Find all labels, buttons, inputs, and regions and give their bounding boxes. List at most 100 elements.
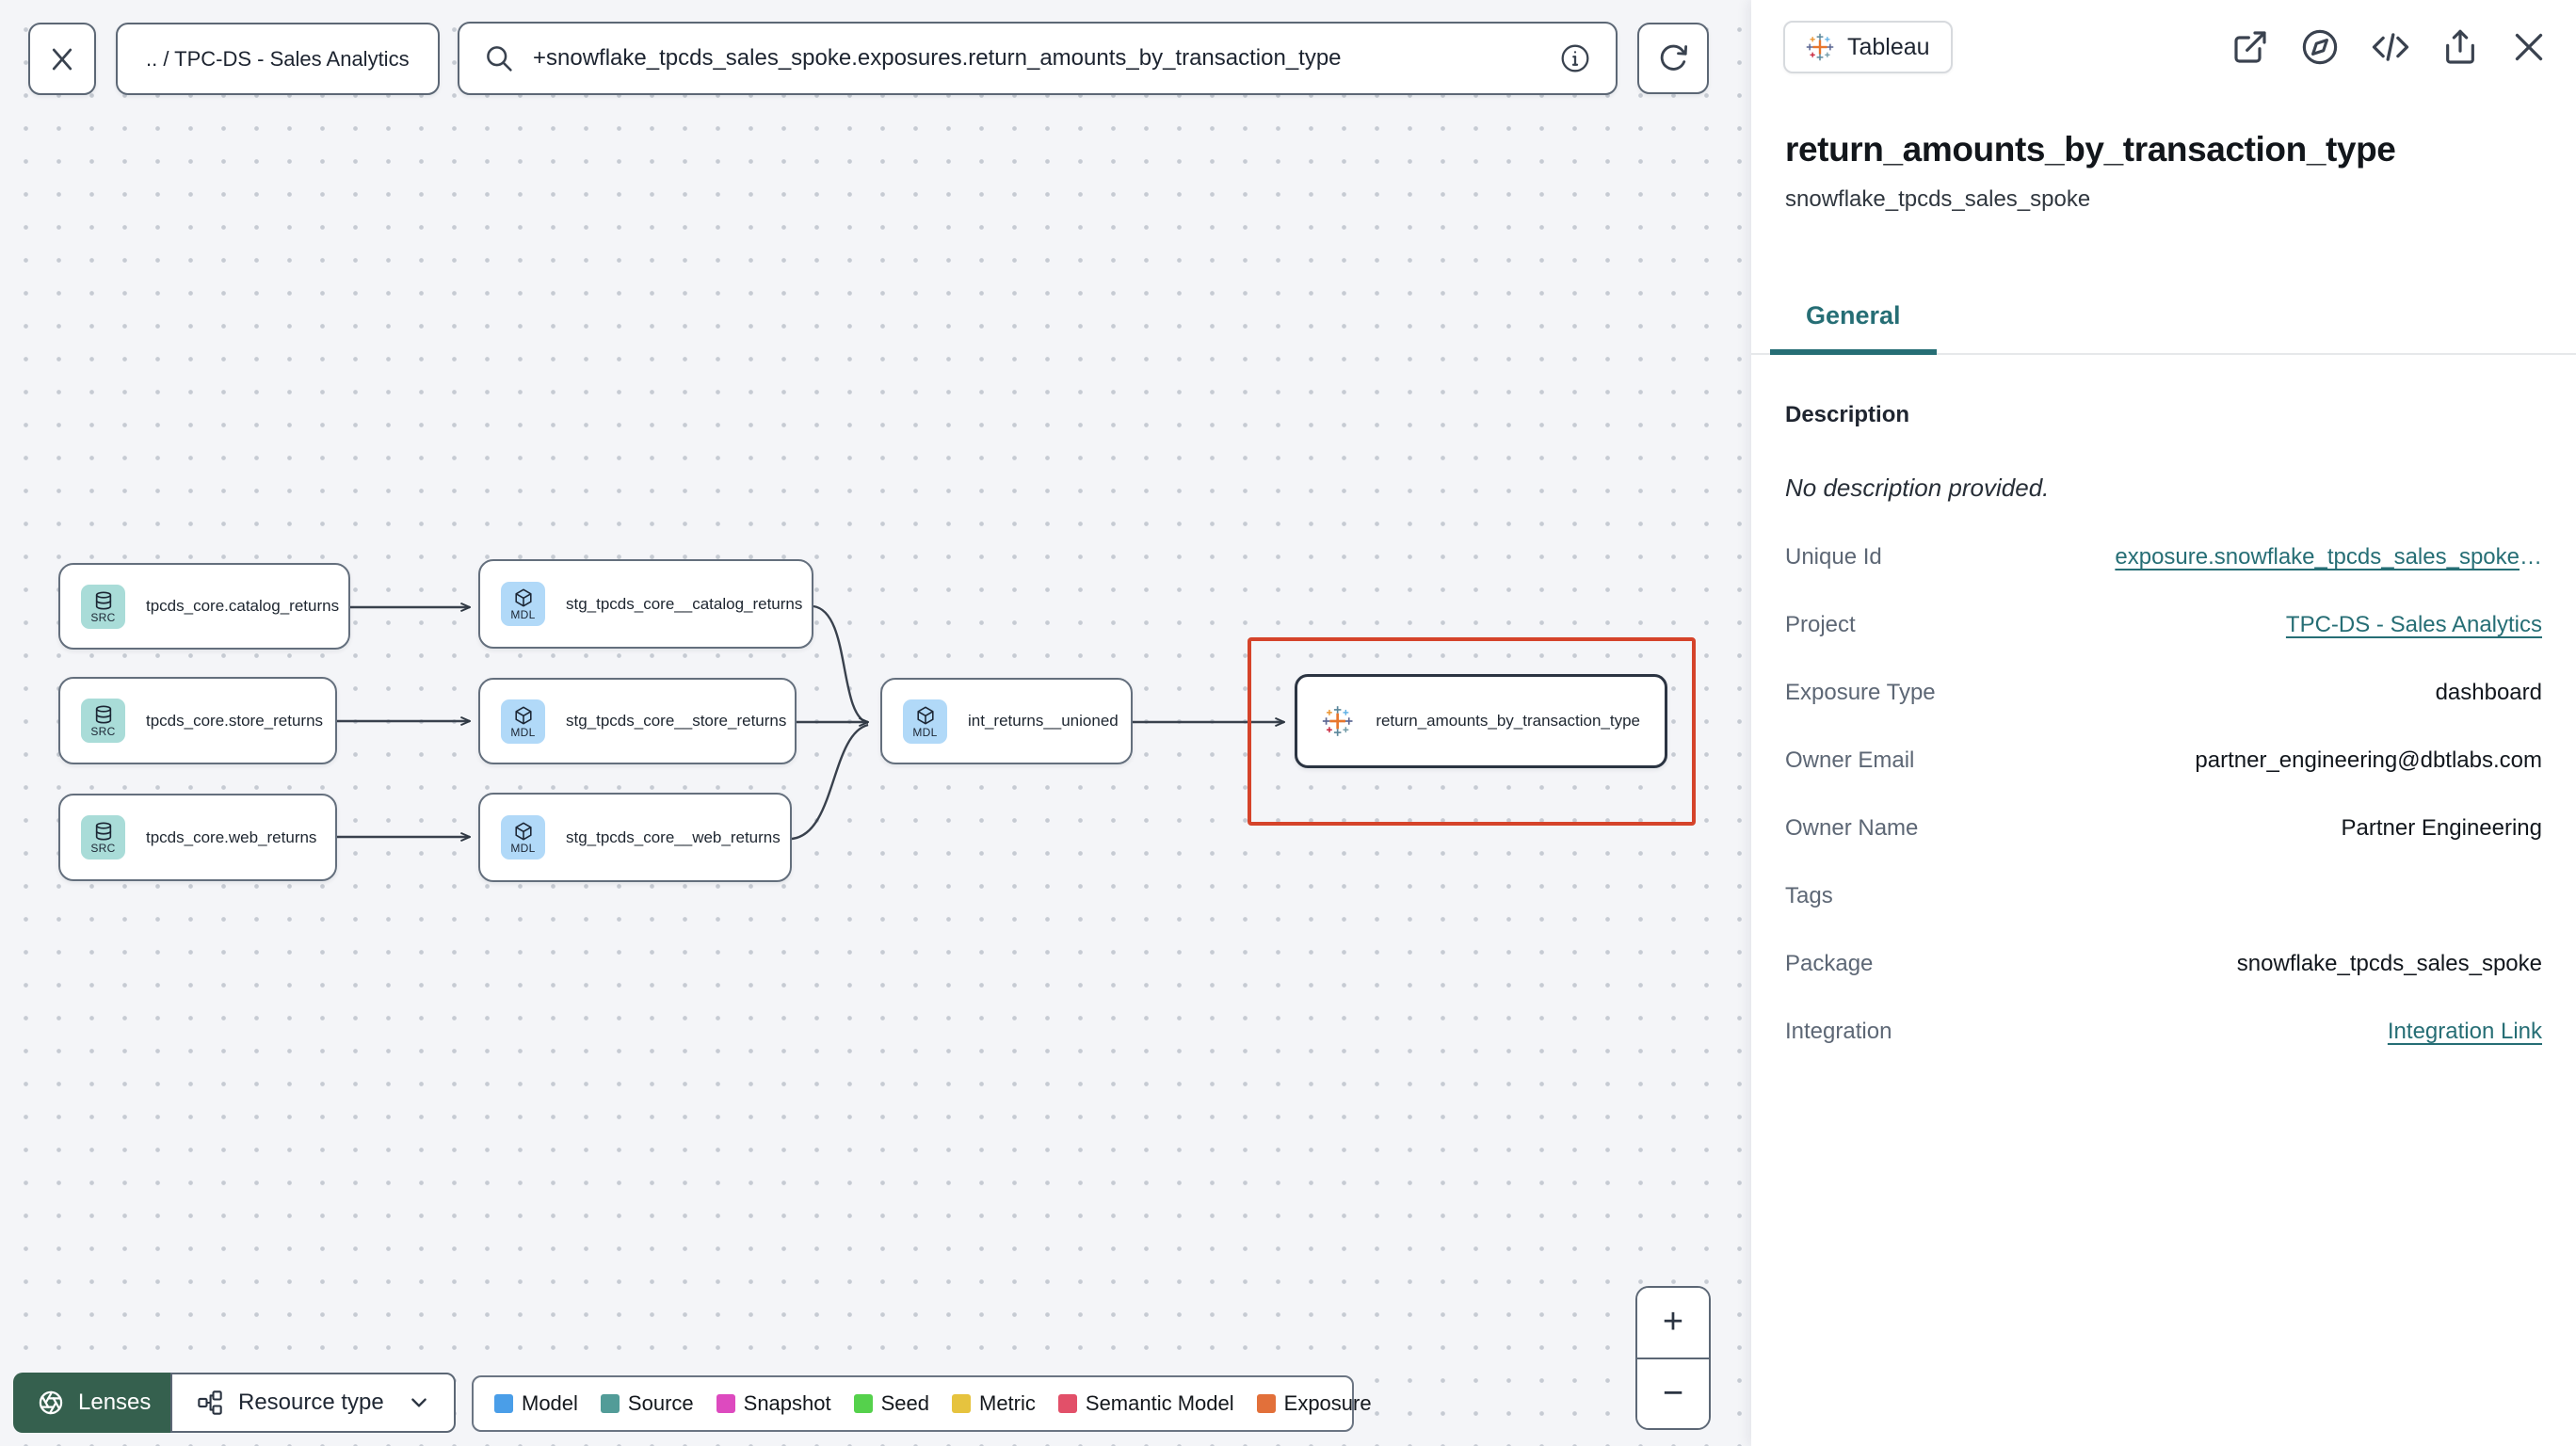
info-icon[interactable] <box>1559 42 1591 74</box>
open-external-button[interactable] <box>2231 28 2269 66</box>
view-code-button[interactable] <box>2371 27 2410 67</box>
description-label: Description <box>1785 402 1910 427</box>
lineage-node-exposure-return-amounts[interactable]: return_amounts_by_transaction_type <box>1295 674 1667 768</box>
details-panel: Tableau return_amounts_by_transaction_ty… <box>1751 0 2576 1446</box>
lenses-button[interactable]: Lenses <box>13 1373 176 1433</box>
exposure-type-value: dashboard <box>2435 680 2542 705</box>
node-label: tpcds_core.web_returns <box>146 827 317 846</box>
lineage-node-source-catalog-returns[interactable]: SRC tpcds_core.catalog_returns <box>58 563 350 650</box>
model-swatch <box>494 1394 513 1413</box>
node-label: stg_tpcds_core__web_returns <box>566 827 781 846</box>
panel-tabbar: General <box>1751 301 2576 355</box>
snapshot-swatch <box>716 1394 735 1413</box>
share-button[interactable] <box>2441 28 2479 66</box>
field-row-owner-name: Owner Name Partner Engineering <box>1785 815 2542 841</box>
field-row-integration: Integration Integration Link <box>1785 1019 2542 1045</box>
description-empty-text: No description provided. <box>1785 474 2050 502</box>
close-lineage-button[interactable] <box>28 23 96 95</box>
field-row-exposure-type: Exposure Type dashboard <box>1785 680 2542 705</box>
tableau-logo-icon <box>1322 706 1353 736</box>
zoom-out-button[interactable]: − <box>1637 1358 1709 1428</box>
search-icon <box>487 46 512 72</box>
app-root: SRC tpcds_core.catalog_returns SRC tpcds… <box>0 0 2576 1446</box>
package-value: snowflake_tpcds_sales_spoke <box>2236 951 2542 976</box>
search-input[interactable] <box>533 45 1540 72</box>
cube-icon <box>514 706 532 724</box>
resource-type-label: Resource type <box>238 1390 384 1415</box>
lineage-node-source-store-returns[interactable]: SRC tpcds_core.store_returns <box>58 677 337 764</box>
close-icon <box>52 48 72 70</box>
metric-swatch <box>952 1394 971 1413</box>
zoom-in-button[interactable]: + <box>1637 1288 1709 1359</box>
lineage-search-box[interactable] <box>458 22 1618 95</box>
external-link-icon <box>2234 31 2266 63</box>
source-tile: SRC <box>81 699 125 743</box>
tableau-logo-icon <box>1806 33 1834 61</box>
legend-item-snapshot: Snapshot <box>716 1391 831 1416</box>
share-icon <box>2446 29 2474 64</box>
tab-general[interactable]: General <box>1770 301 1937 355</box>
integration-badge-label: Tableau <box>1847 33 1930 60</box>
integration-badge[interactable]: Tableau <box>1783 21 1953 73</box>
node-type-badge: SRC <box>90 610 116 624</box>
lineage-node-model-stg-web-returns[interactable]: MDL stg_tpcds_core__web_returns <box>478 793 792 882</box>
resource-package-subtitle: snowflake_tpcds_sales_spoke <box>1785 186 2091 212</box>
refresh-button[interactable] <box>1637 23 1709 94</box>
project-link[interactable]: TPC-DS - Sales Analytics <box>2286 612 2542 638</box>
source-swatch <box>600 1394 620 1413</box>
node-label: tpcds_core.catalog_returns <box>146 597 340 615</box>
node-label: tpcds_core.store_returns <box>146 711 324 730</box>
panel-actions <box>2231 27 2548 67</box>
lineage-node-model-int-returns-unioned[interactable]: MDL int_returns__unioned <box>880 678 1133 764</box>
lenses-label: Lenses <box>78 1390 152 1415</box>
node-label: int_returns__unioned <box>968 712 1119 730</box>
aperture-icon <box>39 1390 63 1415</box>
semantic-model-swatch <box>1057 1394 1077 1413</box>
truncation-ellipsis: … <box>2520 544 2542 570</box>
resource-title: return_amounts_by_transaction_type <box>1785 130 2396 169</box>
field-row-package: Package snowflake_tpcds_sales_spoke <box>1785 951 2542 976</box>
lineage-node-source-web-returns[interactable]: SRC tpcds_core.web_returns <box>58 794 337 881</box>
sitemap-icon <box>198 1390 222 1415</box>
breadcrumb[interactable]: .. / TPC-DS - Sales Analytics <box>116 23 440 95</box>
resource-type-legend: Model Source Snapshot Seed Metric Semant… <box>472 1375 1372 1432</box>
resource-type-dropdown[interactable]: Resource type <box>170 1373 456 1433</box>
owner-name-value: Partner Engineering <box>2341 815 2542 841</box>
close-panel-button[interactable] <box>2510 28 2548 66</box>
legend-item-semantic-model: Semantic Model <box>1057 1391 1234 1416</box>
field-row-tags: Tags <box>1785 883 1833 908</box>
legend-item-metric: Metric <box>952 1391 1036 1416</box>
node-type-badge: MDL <box>510 842 536 855</box>
lineage-node-model-stg-catalog-returns[interactable]: MDL stg_tpcds_core__catalog_returns <box>478 559 813 649</box>
panel-body: Description No description provided. Uni… <box>1751 402 2576 1045</box>
legend-item-seed: Seed <box>853 1391 929 1416</box>
node-label: return_amounts_by_transaction_type <box>1376 712 1640 730</box>
explore-button[interactable] <box>2300 27 2340 67</box>
lineage-canvas[interactable]: SRC tpcds_core.catalog_returns SRC tpcds… <box>0 0 1751 1446</box>
source-tile: SRC <box>81 815 125 860</box>
unique-id-link[interactable]: exposure.snowflake_tpcds_sales_spoke… <box>2115 544 2542 570</box>
database-icon <box>95 822 111 841</box>
model-tile: MDL <box>501 699 545 744</box>
model-tile: MDL <box>903 699 947 744</box>
node-type-badge: MDL <box>510 608 536 621</box>
node-type-badge: SRC <box>90 842 116 855</box>
node-label: stg_tpcds_core__store_returns <box>566 712 787 730</box>
field-row-project: Project TPC-DS - Sales Analytics <box>1785 612 2542 638</box>
legend-item-source: Source <box>600 1391 694 1416</box>
integration-link[interactable]: Integration Link <box>2388 1019 2542 1045</box>
code-icon <box>2372 33 2409 61</box>
cube-icon <box>514 588 532 607</box>
database-icon <box>95 705 111 724</box>
zoom-controls: + − <box>1635 1286 1711 1430</box>
close-icon <box>2515 33 2543 61</box>
compass-icon <box>2302 29 2338 65</box>
node-type-badge: MDL <box>510 725 536 739</box>
legend-item-exposure: Exposure <box>1256 1391 1372 1416</box>
lineage-node-model-stg-store-returns[interactable]: MDL stg_tpcds_core__store_returns <box>478 678 797 764</box>
owner-email-value: partner_engineering@dbtlabs.com <box>2195 747 2542 773</box>
source-tile: SRC <box>81 584 125 629</box>
model-tile: MDL <box>501 582 545 626</box>
details-panel-header: Tableau <box>1751 0 2576 73</box>
node-type-badge: SRC <box>90 725 116 738</box>
